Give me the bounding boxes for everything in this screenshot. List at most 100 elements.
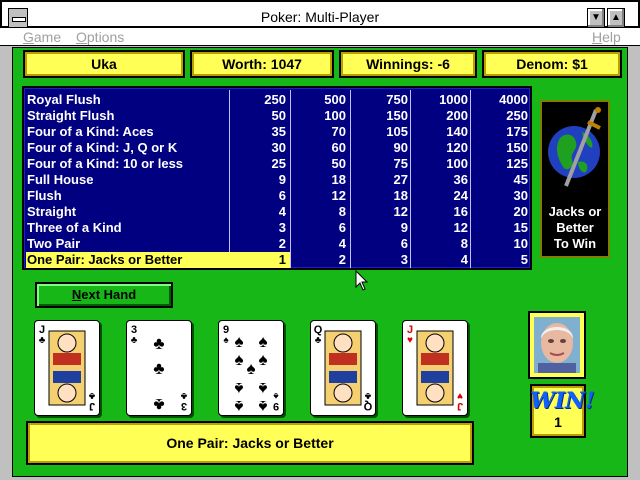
pay-table-payout: 24	[453, 188, 468, 203]
menu-options[interactable]: Options	[76, 28, 124, 46]
court-head	[425, 333, 445, 353]
pay-table-payout: 4	[278, 204, 286, 219]
court-head	[57, 333, 77, 353]
card-pip-icon: ♠	[258, 379, 267, 398]
pay-table-row: Royal Flush 250 500 750 1000 4000	[24, 92, 530, 108]
pay-table-payout: 36	[453, 172, 468, 187]
pay-table-payout: 8	[460, 236, 468, 251]
pay-table-payout: 1	[278, 252, 286, 267]
pay-table-payout: 3	[400, 252, 408, 267]
pay-table-payout: 90	[393, 140, 408, 155]
pay-table-payout: 1000	[439, 92, 468, 107]
winnings-display: Winnings: -6	[339, 50, 477, 78]
win-label: WIN!	[530, 388, 595, 414]
pay-table-row: Four of a Kind: 10 or less 25 50 75 100 125	[24, 156, 530, 172]
card-pip-icon: ♠	[258, 350, 267, 369]
pay-table-payout: 30	[513, 188, 528, 203]
card-face: J♥J♥	[407, 324, 463, 412]
pay-table-payout: 9	[400, 220, 408, 235]
pay-table-payout: 200	[446, 108, 468, 123]
pay-table-hand: Flush	[27, 188, 62, 203]
pay-table-row: Four of a Kind: J, Q or K 30 60 90 120 150	[24, 140, 530, 156]
menu-help[interactable]: Help	[592, 28, 621, 46]
pay-table-payout: 2	[278, 236, 286, 251]
pay-table: Royal Flush 250 500 750 1000 4000 Straight Flu…	[22, 86, 532, 270]
card-suit-icon: ♣	[180, 390, 187, 401]
pay-table-row: Straight 4 8 12 16 20	[24, 204, 530, 220]
pay-table-hand: Straight	[27, 204, 77, 219]
maximize-button[interactable]: ▲	[607, 8, 625, 28]
pay-table-hand: Royal Flush	[27, 92, 101, 107]
pay-table-row: Two Pair 2 4 6 8 10	[24, 236, 530, 252]
card-pip-icon: ♣	[153, 334, 164, 353]
pay-table-payout: 20	[513, 204, 528, 219]
card-suit-icon: ♥	[457, 390, 463, 401]
denomination-display: Denom: $1	[482, 50, 622, 78]
pay-table-payout: 100	[446, 156, 468, 171]
pay-table-payout: 9	[278, 172, 286, 187]
pay-table-payout: 60	[331, 140, 346, 155]
pay-table-payout: 250	[506, 108, 528, 123]
pay-table-hand: Three of a Kind	[27, 220, 122, 235]
court-robe	[329, 371, 357, 383]
mouse-cursor-icon	[355, 270, 369, 291]
card-suit-icon: ♣	[39, 335, 46, 346]
pay-table-payout: 150	[506, 140, 528, 155]
pay-table-payout: 12	[393, 204, 408, 219]
card-1[interactable]: J ♣ J ♣	[34, 320, 100, 416]
card-suit-icon: ♠	[273, 390, 279, 401]
card-pip-icon: ♣	[153, 395, 164, 414]
pay-table-payout: 75	[393, 156, 408, 171]
next-hand-button[interactable]: Next Hand	[35, 282, 173, 308]
pay-table-payout: 25	[271, 156, 286, 171]
card-pip-icon: ♠	[246, 359, 255, 378]
court-robe	[53, 371, 81, 383]
pay-table-payout: 750	[386, 92, 408, 107]
pay-table-hand: One Pair: Jacks or Better	[27, 252, 183, 267]
pay-table-payout: 18	[331, 172, 346, 187]
card-3[interactable]: 9 ♠ 9 ♠ ♠ ♠ ♠ ♠ ♠ ♠ ♠ ♠ ♠	[218, 320, 284, 416]
globe-with-sword-icon	[548, 107, 601, 187]
pay-table-payout: 30	[271, 140, 286, 155]
card-suit-icon: ♣	[131, 335, 138, 346]
pay-table-payout: 175	[506, 124, 528, 139]
card-face: J♣J♣	[39, 324, 96, 412]
pay-table-row: Full House 9 18 27 36 45	[24, 172, 530, 188]
pay-table-hand: Full House	[27, 172, 94, 187]
card-face: 9♠9♠♠ ♠♠ ♠♠♠ ♠♠ ♠	[223, 324, 279, 415]
card-5[interactable]: J ♥ J ♥	[402, 320, 468, 416]
pay-table-payout: 2	[338, 252, 346, 267]
pay-table-payout: 500	[324, 92, 346, 107]
minimize-button[interactable]: ▼	[587, 8, 605, 28]
pay-table-hand: Four of a Kind: 10 or less	[27, 156, 184, 171]
pay-table-payout: 50	[331, 156, 346, 171]
court-head	[425, 383, 445, 403]
win-count: 1	[554, 414, 562, 430]
pay-table-row: Four of a Kind: Aces 35 70 105 140 175	[24, 124, 530, 140]
pay-table-payout: 120	[446, 140, 468, 155]
card-2[interactable]: 3 ♣ 3 ♣ ♣ ♣ ♣	[126, 320, 192, 416]
pay-table-payout: 4	[338, 236, 346, 251]
card-suit-icon: ♣	[315, 335, 322, 346]
pay-table-payout: 140	[446, 124, 468, 139]
pay-table-payout: 8	[338, 204, 346, 219]
player-face-icon	[534, 317, 580, 373]
pay-table-hand: Two Pair	[27, 236, 81, 251]
pay-table-payout: 150	[386, 108, 408, 123]
card-face: 3♣3♣♣♣♣	[131, 324, 188, 414]
pay-table-row: Flush 6 12 18 24 30	[24, 188, 530, 204]
pay-table-payout: 4000	[499, 92, 528, 107]
pay-table-hand: Four of a Kind: J, Q or K	[27, 140, 178, 155]
menu-game[interactable]: Game	[23, 28, 61, 46]
maximize-icon: ▲	[611, 12, 621, 23]
pay-table-row: Three of a Kind 3 6 9 12 15	[24, 220, 530, 236]
window-title: Poker: Multi-Player	[260, 9, 380, 25]
pay-table-hand: Straight Flush	[27, 108, 115, 123]
pay-table-payout: 15	[513, 220, 528, 235]
card-face: Q♣Q♣	[314, 324, 373, 412]
court-head	[333, 333, 353, 353]
card-4[interactable]: Q ♣ Q ♣	[310, 320, 376, 416]
player-avatar	[528, 311, 586, 379]
player-name: Uka	[23, 50, 185, 78]
pay-table-payout: 35	[271, 124, 286, 139]
